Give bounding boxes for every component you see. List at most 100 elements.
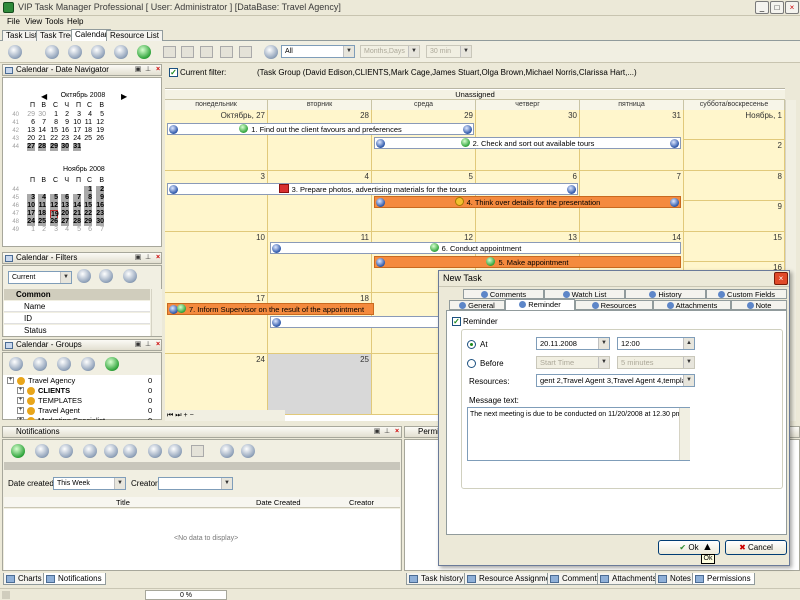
day-cell[interactable]: 5	[73, 226, 81, 234]
forward-icon[interactable]	[123, 444, 137, 458]
day-cell[interactable]: 4	[38, 194, 46, 202]
tab-note[interactable]: Note	[731, 300, 787, 310]
refresh-icon[interactable]	[11, 444, 25, 458]
day-cell[interactable]: 11	[38, 202, 46, 210]
day-cell[interactable]: 15	[684, 232, 785, 262]
timeline-view-icon[interactable]	[114, 45, 128, 59]
day-cell[interactable]: 20	[61, 210, 69, 218]
day-cell[interactable]: 3	[27, 194, 35, 202]
task-bar[interactable]: 7. Inform Supervisor on the result of th…	[167, 303, 374, 315]
dropdown-arrow-icon[interactable]: ▼	[408, 46, 419, 57]
tab-custom-fields[interactable]: Custom Fields	[706, 289, 787, 299]
day-cell[interactable]: 21	[73, 210, 81, 218]
panel-close-icon[interactable]: ×	[393, 428, 401, 436]
cancel-button[interactable]: ✖ Cancel	[725, 540, 787, 555]
tree-node[interactable]: + CLIENTS 0	[3, 386, 161, 396]
day-cell[interactable]: 17	[27, 210, 35, 218]
view-filter-combo[interactable]: All ▼	[281, 45, 355, 58]
interval-combo[interactable]: 30 min ▼	[426, 45, 472, 58]
day-cell[interactable]: 1	[84, 186, 92, 194]
tab-resource-list[interactable]: Resource List	[106, 30, 163, 41]
filter-icon[interactable]	[264, 45, 278, 59]
day-cell[interactable]: 22	[84, 210, 92, 218]
expand-icon[interactable]: +	[17, 407, 24, 414]
spin-icon[interactable]: ▲	[683, 338, 694, 349]
task-bar[interactable]: 4. Think over details for the presentati…	[374, 196, 681, 208]
tree-node[interactable]: + Marketing Specialist 0	[3, 416, 161, 420]
day-cell[interactable]: 9	[96, 194, 104, 202]
day-cell[interactable]: 24	[165, 354, 268, 415]
day-view-icon[interactable]	[45, 45, 59, 59]
filter-field-status[interactable]: Status	[4, 325, 150, 336]
edit-filter-icon[interactable]	[99, 269, 113, 283]
day-cell[interactable]: 6	[84, 226, 92, 234]
tab-general[interactable]: General	[449, 300, 505, 310]
creator-combo[interactable]: ▼	[158, 477, 233, 490]
panel-pin-icon[interactable]: ⊥	[144, 254, 152, 262]
before-interval-field[interactable]: 5 minutes ▼	[617, 356, 695, 369]
filter-field-id[interactable]: ID	[4, 313, 150, 324]
day-cell[interactable]: 29	[84, 218, 92, 226]
panel-dock-icon[interactable]: ▣	[134, 341, 142, 349]
tab-comments[interactable]: Comments	[463, 289, 544, 299]
day-cell[interactable]: 28	[73, 218, 81, 226]
at-date-field[interactable]: 20.11.2008 ▼	[536, 337, 610, 350]
add-record-icon[interactable]: +	[184, 412, 188, 419]
mark-unread-icon[interactable]	[59, 444, 73, 458]
edit-group-icon[interactable]	[33, 357, 47, 371]
filter-icon[interactable]	[220, 444, 234, 458]
day-cell[interactable]: 1	[27, 226, 35, 234]
expand-icon[interactable]: +	[17, 417, 24, 420]
day-cell[interactable]: 2	[96, 186, 104, 194]
filter-preset-combo[interactable]: Current ▼	[8, 271, 72, 284]
task-bar[interactable]: 2. Check and sort out available tours	[374, 137, 681, 149]
column-creator[interactable]: Creator	[349, 497, 374, 508]
tab-notes[interactable]: Notes	[655, 573, 695, 585]
panel-pin-icon[interactable]: ⊥	[383, 428, 391, 436]
task-bar[interactable]	[270, 316, 440, 328]
day-cell[interactable]: 10	[165, 232, 268, 293]
task-bar[interactable]: 6. Conduct appointment	[270, 242, 681, 254]
user-group-icon[interactable]	[81, 357, 95, 371]
day-cell[interactable]: 13	[61, 202, 69, 210]
day-cell[interactable]: 26	[50, 218, 58, 226]
filter-field-name[interactable]: Name	[4, 301, 150, 312]
day-cell[interactable]: 10	[27, 202, 35, 210]
day-cell[interactable]: 25	[38, 218, 46, 226]
tab-notifications[interactable]: Notifications	[43, 573, 106, 585]
refresh-icon[interactable]	[137, 45, 151, 59]
tab-reminder[interactable]: Reminder	[505, 299, 575, 310]
week-view-icon[interactable]	[68, 45, 82, 59]
expand-icon[interactable]: +	[17, 397, 24, 404]
apply-filter-icon[interactable]	[77, 269, 91, 283]
day-cell[interactable]: 27	[61, 218, 69, 226]
day-cell[interactable]: Октябрь, 27	[165, 110, 268, 171]
panel-close-icon[interactable]: ×	[154, 254, 161, 262]
month-view-icon[interactable]	[91, 45, 105, 59]
menu-help[interactable]: Help	[67, 17, 83, 26]
at-time-field[interactable]: 12:00 ▲	[617, 337, 695, 350]
message-textarea[interactable]: The next meeting is due to be conducted …	[467, 407, 690, 461]
column-title[interactable]: Title	[116, 497, 130, 508]
day-cell[interactable]: 8	[684, 171, 785, 201]
dropdown-arrow-icon[interactable]: ▼	[460, 46, 471, 57]
open-task-icon[interactable]	[83, 444, 97, 458]
day-cell[interactable]: 4	[268, 171, 372, 232]
period-combo[interactable]: Months,Days ▼	[360, 45, 420, 58]
tab-permissions[interactable]: Permissions	[692, 573, 755, 585]
tab-charts[interactable]: Charts	[3, 573, 46, 585]
tab-task-history[interactable]: Task history	[406, 573, 468, 585]
day-cell[interactable]: Ноябрь, 1	[684, 110, 785, 140]
tab-attachments[interactable]: Attachments	[597, 573, 661, 585]
last-record-icon[interactable]: ⏭	[175, 412, 181, 419]
task-bar[interactable]: 1. Find out the client favours and prefe…	[167, 123, 474, 135]
before-start-field[interactable]: Start Time ▼	[536, 356, 610, 369]
day-cell[interactable]: 6	[61, 194, 69, 202]
maximize-button[interactable]: □	[770, 1, 784, 14]
day-cell[interactable]: 16	[96, 202, 104, 210]
remove-record-icon[interactable]: −	[190, 412, 194, 419]
view-icon[interactable]	[148, 444, 162, 458]
at-radio[interactable]	[467, 340, 476, 349]
day-cell[interactable]: 25	[268, 354, 372, 415]
day-cell[interactable]: 24	[27, 218, 35, 226]
